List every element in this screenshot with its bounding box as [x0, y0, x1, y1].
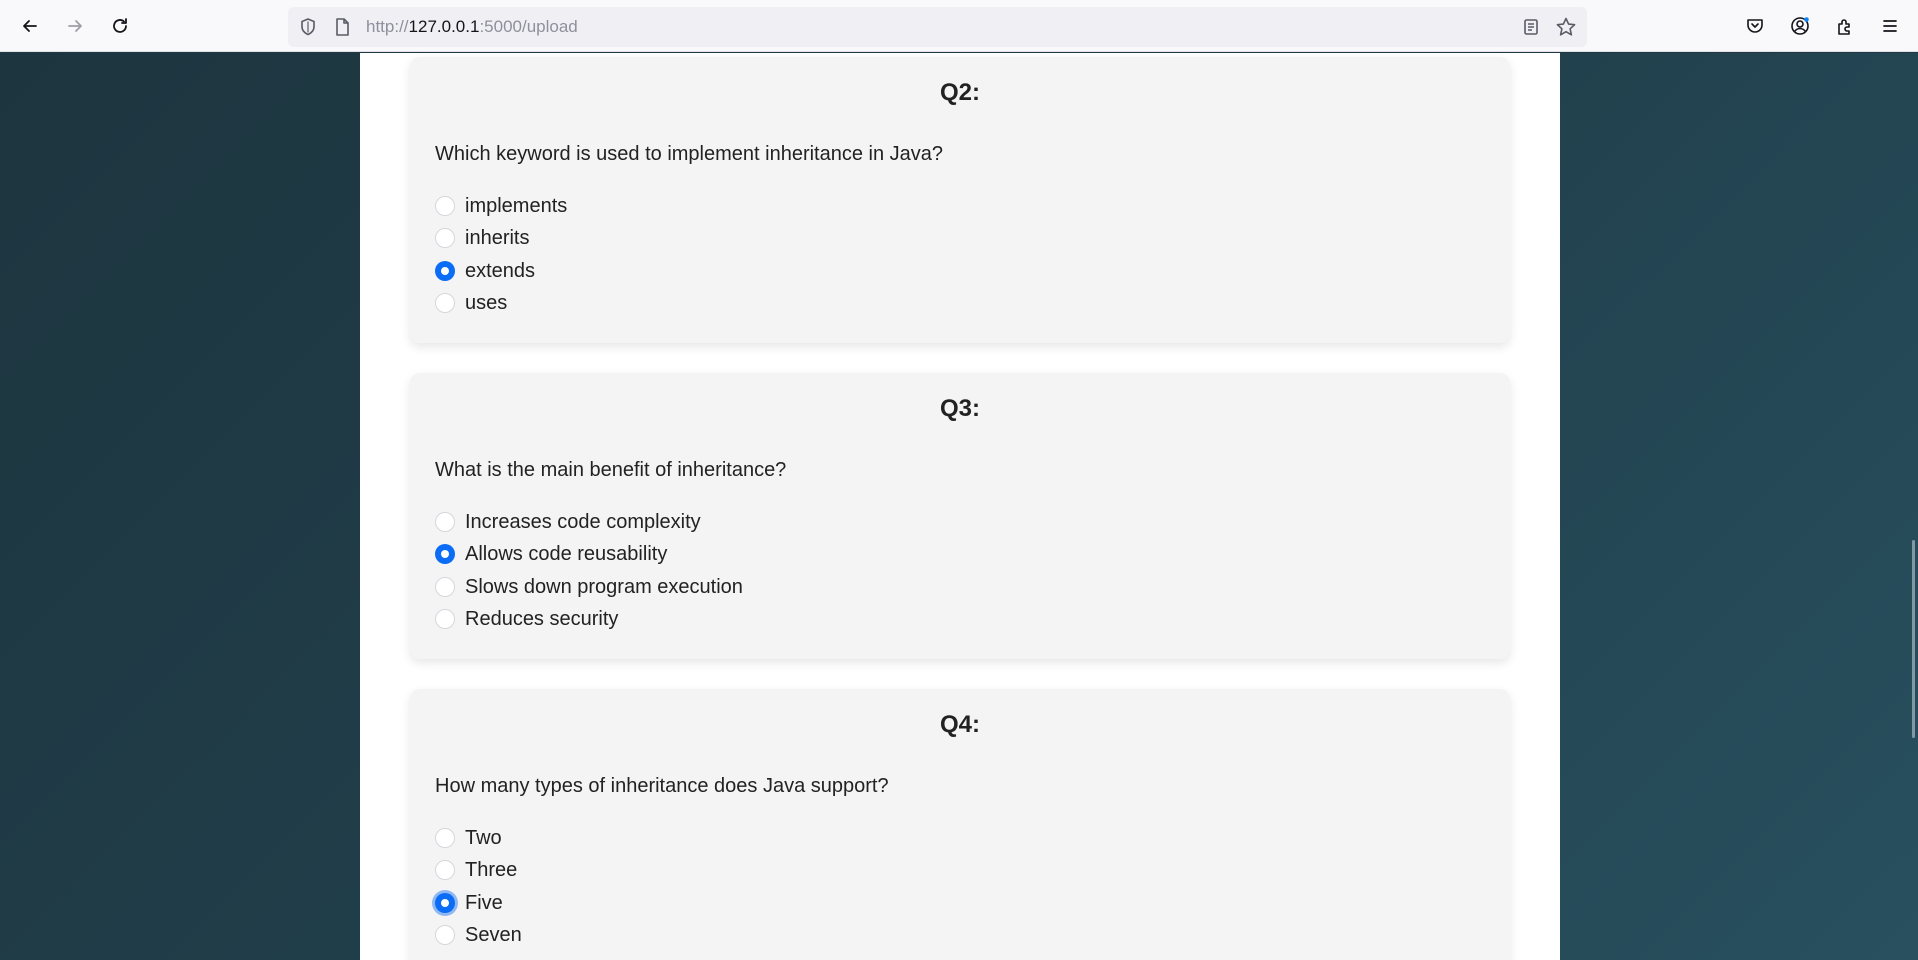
- radio-button[interactable]: [435, 609, 455, 629]
- radio-button[interactable]: [435, 293, 455, 313]
- option-label: Reduces security: [465, 607, 619, 630]
- scrollbar-thumb[interactable]: [1912, 540, 1915, 738]
- question-text: What is the main benefit of inheritance?: [435, 459, 787, 481]
- question-number: Q4:: [939, 711, 980, 738]
- radio-button-selected[interactable]: [435, 261, 455, 281]
- radio-button[interactable]: [435, 925, 455, 945]
- option-label: Two: [465, 826, 502, 849]
- radio-button-selected[interactable]: [435, 544, 455, 564]
- option-label: Five: [465, 891, 503, 914]
- question-number: Q2:: [939, 79, 980, 106]
- option-label: Allows code reusability: [465, 542, 668, 565]
- reader-view-icon[interactable]: [1521, 17, 1541, 37]
- url-bar[interactable]: http://127.0.0.1:5000/upload: [288, 7, 1587, 47]
- forward-icon[interactable]: [59, 10, 91, 42]
- page-viewport: Q2: Which keyword is used to implement i…: [0, 53, 1918, 960]
- question-number: Q3:: [939, 395, 980, 422]
- option-label: inherits: [465, 226, 530, 249]
- option-label: Increases code complexity: [465, 510, 701, 533]
- answer-option[interactable]: Reduces security: [435, 606, 618, 632]
- option-label: Seven: [465, 923, 522, 946]
- answer-option[interactable]: Slows down program execution: [435, 574, 743, 600]
- quiz-container: Q2: Which keyword is used to implement i…: [360, 53, 1560, 960]
- account-icon[interactable]: [1784, 10, 1816, 42]
- answer-option[interactable]: Increases code complexity: [435, 509, 701, 535]
- answer-option[interactable]: Five: [435, 890, 503, 916]
- shield-icon[interactable]: [298, 17, 318, 37]
- radio-button[interactable]: [435, 512, 455, 532]
- radio-button[interactable]: [435, 228, 455, 248]
- option-label: extends: [465, 259, 536, 282]
- extensions-icon[interactable]: [1829, 10, 1861, 42]
- question-text: Which keyword is used to implement inher…: [435, 143, 944, 165]
- answer-option[interactable]: Three: [435, 857, 517, 883]
- radio-button[interactable]: [435, 860, 455, 880]
- reload-icon[interactable]: [104, 10, 136, 42]
- page-icon[interactable]: [332, 17, 352, 37]
- answer-option[interactable]: Two: [435, 825, 502, 851]
- answer-option[interactable]: uses: [435, 290, 507, 316]
- radio-button[interactable]: [435, 828, 455, 848]
- answer-option[interactable]: extends: [435, 258, 535, 284]
- question-card: Q3: What is the main benefit of inherita…: [410, 373, 1510, 659]
- option-label: uses: [465, 291, 508, 314]
- radio-button-selected[interactable]: [435, 893, 455, 913]
- pocket-icon[interactable]: [1739, 10, 1771, 42]
- option-label: Slows down program execution: [465, 575, 743, 598]
- browser-toolbar: http://127.0.0.1:5000/upload: [0, 0, 1918, 52]
- radio-button[interactable]: [435, 577, 455, 597]
- menu-icon[interactable]: [1874, 10, 1906, 42]
- url-text[interactable]: http://127.0.0.1:5000/upload: [366, 17, 578, 37]
- back-icon[interactable]: [14, 10, 46, 42]
- option-label: implements: [465, 194, 568, 217]
- answer-option[interactable]: Seven: [435, 922, 522, 948]
- answer-option[interactable]: inherits: [435, 225, 529, 251]
- bookmark-star-icon[interactable]: [1555, 16, 1577, 38]
- option-label: Three: [465, 858, 518, 881]
- question-text: How many types of inheritance does Java …: [435, 775, 889, 797]
- answer-option[interactable]: implements: [435, 193, 567, 219]
- radio-button[interactable]: [435, 196, 455, 216]
- question-card: Q4: How many types of inheritance does J…: [410, 689, 1510, 960]
- question-card: Q2: Which keyword is used to implement i…: [410, 57, 1510, 343]
- answer-option[interactable]: Allows code reusability: [435, 541, 667, 567]
